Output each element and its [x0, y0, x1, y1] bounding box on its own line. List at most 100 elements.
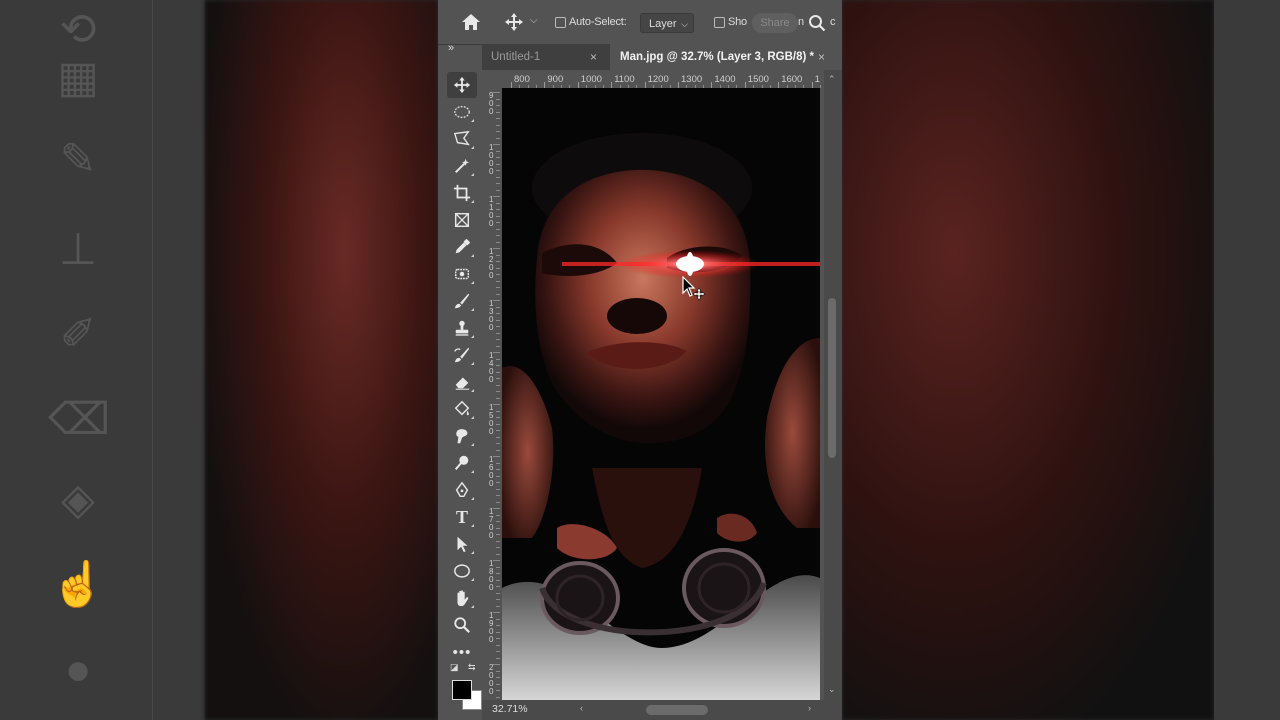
spot-healing-tool[interactable]: [447, 261, 477, 287]
ruler-tick: [493, 612, 500, 613]
ruler-tick: [493, 404, 500, 405]
smudge-tool[interactable]: [447, 423, 477, 449]
dodge-tool[interactable]: [447, 450, 477, 476]
history-brush-icon: [454, 347, 470, 363]
backdrop-brush-icon: ✎: [59, 135, 97, 184]
chevron-down-icon[interactable]: ⌵: [530, 15, 538, 26]
home-icon[interactable]: [460, 12, 482, 32]
tab-label: Man.jpg @ 32.7% (Layer 3, RGB/8) *: [620, 51, 814, 63]
canvas-area[interactable]: [500, 88, 824, 700]
type-tool[interactable]: T: [447, 504, 477, 530]
blurred-backdrop-left: ⟲ ▦ ✎ ⊥ ✐ ⌫ ◈ ☝ ●: [0, 0, 438, 720]
ruler-digit: 0: [489, 531, 494, 540]
ruler-digit: 0: [489, 271, 494, 280]
backdrop-history-brush-icon: ✐: [59, 310, 97, 359]
ruler-label: 1300: [681, 74, 703, 85]
auto-select-label: Auto-Select:: [569, 16, 627, 28]
path-selection-icon: [457, 536, 468, 553]
move-tool-icon[interactable]: [504, 12, 524, 32]
backdrop-frame-icon: ▦: [57, 53, 99, 102]
backdrop-smudge-icon: ☝: [50, 560, 106, 609]
document-tabs: Untitled-1 × Man.jpg @ 32.7% (Layer 3, R…: [482, 44, 842, 70]
crop-icon: [453, 184, 471, 202]
ruler-label: 800: [514, 74, 530, 85]
eraser-tool[interactable]: [447, 369, 477, 395]
backdrop-bucket-icon: ◈: [61, 475, 95, 524]
vertical-scrollbar[interactable]: ⌃ ⌄: [824, 70, 842, 700]
options-bar: ⌵ Auto-Select: Layer ⌵ Sho n Share c: [438, 0, 842, 45]
ruler-label: 1100: [614, 74, 635, 85]
backdrop-scroll-strip: [1214, 0, 1280, 720]
swap-colors-icon[interactable]: ⇆: [468, 662, 476, 673]
zoom-level[interactable]: 32.71%: [492, 703, 528, 715]
backdrop-eraser-icon: ⌫: [48, 395, 111, 444]
share-button[interactable]: Share: [752, 13, 798, 33]
horizontal-scroll-thumb[interactable]: [646, 705, 708, 715]
foreground-color-swatch[interactable]: [452, 680, 472, 700]
auto-select-checkbox[interactable]: [555, 17, 566, 28]
smudge-icon: [456, 429, 468, 444]
history-brush-tool[interactable]: [447, 342, 477, 368]
close-icon[interactable]: ×: [818, 44, 825, 70]
scroll-right-icon[interactable]: ›: [808, 703, 811, 713]
ruler-digit: 0: [489, 167, 494, 176]
tools-panel: T ••• ◪ ⇆: [444, 70, 482, 714]
move-icon: [453, 76, 471, 94]
options-bar-overflow: c: [830, 16, 836, 28]
vertical-ruler: 9001000110012001300140015001600170018001…: [486, 88, 501, 700]
close-icon[interactable]: ×: [590, 44, 597, 70]
show-transform-checkbox[interactable]: [714, 17, 725, 28]
clone-stamp-tool[interactable]: [447, 315, 477, 341]
more-icon: •••: [452, 643, 472, 661]
elliptical-marquee-tool[interactable]: [447, 99, 477, 125]
move-tool[interactable]: [447, 72, 477, 98]
expand-panel-icon[interactable]: »: [448, 42, 454, 54]
ruler-tick: [493, 248, 500, 249]
lasso-tool[interactable]: [447, 126, 477, 152]
scroll-down-icon[interactable]: ⌄: [828, 684, 836, 695]
hand-tool[interactable]: [447, 585, 477, 611]
default-colors-icon[interactable]: ◪: [450, 662, 459, 673]
zoom-tool[interactable]: [447, 612, 477, 638]
ruler-digit: 0: [489, 479, 494, 488]
scroll-left-icon[interactable]: ‹: [580, 703, 583, 713]
brush-icon: [454, 293, 470, 309]
hand-icon: [457, 590, 469, 607]
search-icon[interactable]: [808, 14, 826, 32]
document-image[interactable]: [502, 88, 820, 700]
vertical-scroll-thumb[interactable]: [828, 298, 836, 458]
mouse-cursor-icon: [682, 276, 706, 301]
ruler-label: 1: [814, 74, 820, 85]
magic-wand-tool[interactable]: [447, 153, 477, 179]
eyedropper-tool[interactable]: [447, 234, 477, 260]
paint-bucket-tool[interactable]: [447, 396, 477, 422]
scroll-up-icon[interactable]: ⌃: [828, 74, 836, 85]
ellipse-marquee-icon: [454, 105, 470, 119]
layer-select[interactable]: Layer ⌵: [640, 13, 694, 33]
bandage-icon: [454, 268, 470, 280]
path-selection-tool[interactable]: [447, 531, 477, 557]
portrait-photo: [502, 88, 820, 700]
polygonal-lasso-icon: [453, 130, 470, 146]
layer-select-value: Layer: [649, 18, 677, 30]
chevron-down-icon: ⌵: [681, 19, 688, 29]
ruler-tick: [493, 300, 500, 301]
brush-tool[interactable]: [447, 288, 477, 314]
tab-untitled-1[interactable]: Untitled-1 ×: [482, 44, 610, 70]
ruler-digit: 0: [489, 107, 494, 116]
ruler-digit: 0: [489, 427, 494, 436]
ruler-digit: 0: [489, 635, 494, 644]
paint-bucket-icon: [454, 400, 470, 416]
ruler-digit: 0: [489, 375, 494, 384]
eraser-icon: [455, 377, 470, 390]
ruler-label: 1000: [580, 74, 602, 85]
pen-tool[interactable]: [447, 477, 477, 503]
ruler-tick: [493, 92, 500, 93]
frame-tool[interactable]: [447, 207, 477, 233]
stamp-icon: [455, 320, 469, 336]
ruler-tick: [493, 196, 500, 197]
ellipse-tool[interactable]: [447, 558, 477, 584]
crop-tool[interactable]: [447, 180, 477, 206]
ruler-digit: 0: [489, 687, 494, 696]
tab-man-jpg[interactable]: Man.jpg @ 32.7% (Layer 3, RGB/8) * ×: [610, 44, 842, 70]
